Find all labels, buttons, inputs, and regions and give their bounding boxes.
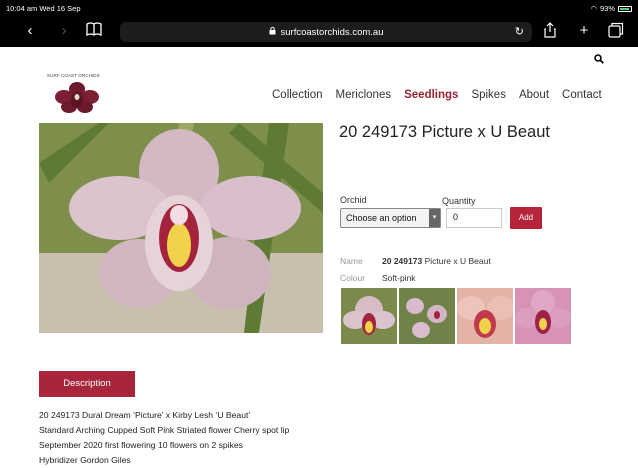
description-line: Hybridizer Gordon Giles [39, 455, 131, 465]
site-logo[interactable] [55, 81, 99, 115]
nav-collection[interactable]: Collection [272, 89, 323, 101]
battery-icon [618, 5, 632, 12]
description-line: September 2020 first flowering 10 flower… [39, 440, 243, 450]
battery-fill [620, 7, 630, 10]
product-thumbnail[interactable] [399, 288, 455, 344]
tabs-icon[interactable] [606, 22, 626, 43]
colour-value: Soft-pink [382, 273, 416, 283]
orchid-select-value: Choose an option [346, 213, 417, 223]
name-key: Name [340, 256, 363, 266]
product-title: 20 249173 Picture x U Beaut [339, 123, 550, 141]
status-time: 10:04 am Wed 16 Sep [6, 4, 81, 13]
quantity-input[interactable]: 0 [446, 208, 502, 228]
search-icon[interactable] [594, 54, 604, 67]
orchid-select[interactable]: Choose an option ▾ [340, 208, 441, 228]
colour-row: Colour Soft-pink [340, 273, 416, 283]
status-bar: 10:04 am Wed 16 Sep ◠ 93% [0, 0, 638, 17]
share-icon[interactable] [540, 22, 560, 43]
forward-icon[interactable]: › [54, 22, 74, 40]
name-rest: Picture x U Beaut [424, 256, 491, 266]
nav-about[interactable]: About [519, 89, 549, 101]
site-logo-text: SURF COAST ORCHIDS [47, 73, 100, 78]
new-tab-icon[interactable]: + [574, 22, 594, 40]
battery-percent: 93% [599, 4, 615, 13]
web-page: SURF COAST ORCHIDS Collection Mericlones… [0, 47, 638, 467]
name-code: 20 249173 [382, 256, 423, 266]
wifi-icon: ◠ [590, 4, 597, 13]
url-text: surfcoastorchids.com.au [280, 26, 384, 38]
product-thumbnail[interactable] [341, 288, 397, 344]
nav-contact[interactable]: Contact [562, 89, 602, 101]
product-thumbnail[interactable] [457, 288, 513, 344]
bookmarks-icon[interactable] [84, 22, 104, 41]
main-nav: Collection Mericlones Seedlings Spikes A… [272, 89, 602, 101]
product-description: 20 249173 Dural Dream ‘Picture’ x Kirby … [39, 408, 289, 468]
status-right: ◠ 93% [590, 4, 632, 13]
name-row: Name 20 249173 Picture x U Beaut [340, 256, 491, 266]
tab-description[interactable]: Description [39, 371, 135, 397]
lock-icon [269, 26, 276, 38]
reload-icon[interactable]: ↻ [515, 25, 524, 38]
nav-mericlones[interactable]: Mericlones [336, 89, 392, 101]
orchid-label: Orchid [340, 195, 367, 205]
description-line: 20 249173 Dural Dream ‘Picture’ x Kirby … [39, 410, 251, 420]
quantity-label: Quantity [442, 196, 476, 206]
product-thumbnail[interactable] [515, 288, 571, 344]
address-bar[interactable]: surfcoastorchids.com.au ↻ [120, 22, 532, 42]
chevron-down-icon: ▾ [429, 209, 440, 227]
nav-spikes[interactable]: Spikes [471, 89, 506, 101]
product-main-image[interactable] [39, 123, 323, 333]
nav-seedlings[interactable]: Seedlings [404, 89, 458, 101]
back-icon[interactable]: ‹ [20, 22, 40, 40]
description-line: Standard Arching Cupped Soft Pink Striat… [39, 425, 290, 435]
add-to-cart-button[interactable]: Add [510, 207, 542, 229]
colour-key: Colour [340, 273, 366, 283]
